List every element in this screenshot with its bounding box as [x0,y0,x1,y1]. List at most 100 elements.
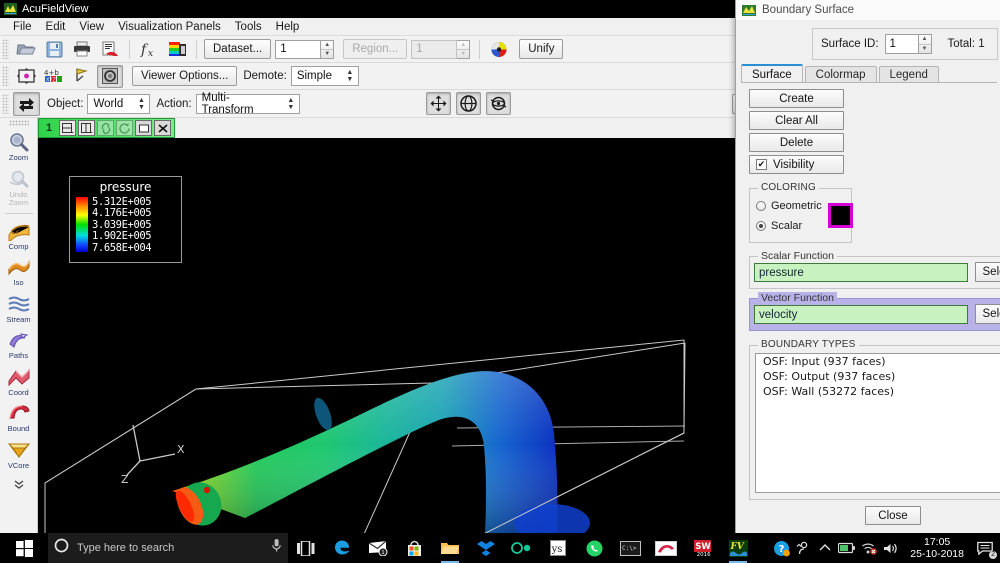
unify-button[interactable]: Unify [519,39,564,59]
demote-select[interactable]: Simple ▲ ▼ [290,66,359,86]
sidebar-item-bound[interactable]: Bound [0,399,38,436]
taskbar-clock[interactable]: 17:05 25-10-2018 [902,536,972,560]
toolbar-grip[interactable] [2,39,9,59]
viewer-options-button[interactable]: Viewer Options... [132,66,238,86]
split-horizontal-icon[interactable] [59,120,77,136]
dataset-spinner[interactable]: ▲ ▼ [321,39,335,59]
split-vertical-icon[interactable] [78,120,96,136]
toolbar-grip-2[interactable] [2,66,9,86]
coloring-color-swatch[interactable] [828,203,853,228]
menu-item-edit[interactable]: Edit [39,20,73,34]
svg-text:x: x [148,49,153,58]
colormap-icon[interactable] [164,38,190,61]
visibility-checkbox[interactable]: ✔ Visibility [749,155,844,174]
menu-item-tools[interactable]: Tools [228,20,269,34]
sidebar-separator [4,212,33,214]
tab-colormap[interactable]: Colormap [804,66,877,83]
sidebar-label-stream: Stream [6,314,31,324]
dropbox-icon[interactable] [468,533,504,563]
print-icon[interactable] [69,38,95,61]
pan-icon[interactable] [425,92,451,115]
sync-icon [116,120,134,136]
scalar-function-input[interactable]: pressure [754,263,968,282]
action-center-icon[interactable]: 2 [972,533,998,563]
clear-all-button[interactable]: Clear All [749,111,844,130]
acufieldview-icon[interactable]: FV [720,533,756,563]
dataset-button[interactable]: Dataset... [204,39,272,59]
roll-icon[interactable] [485,92,511,115]
close-icon[interactable] [154,120,172,136]
system-tray: ? 17:05 25-10-2018 2 [770,533,1000,563]
mail-icon[interactable]: 1 [360,533,396,563]
vector-function-select-button[interactable]: Select [975,304,1000,324]
surface-id-spinner[interactable]: ▲ ▼ [918,34,932,54]
sidebar-item-paths[interactable]: Paths [0,326,38,363]
restore-icon[interactable] [135,120,153,136]
action-select[interactable]: Multi-Transform ▲ ▼ [195,91,300,116]
scalar-function-select-button[interactable]: Select [975,262,1000,282]
toolbar-separator-3 [479,39,481,59]
action-value: Multi-Transform [201,91,254,116]
toolbar-grip-3[interactable] [2,93,9,114]
transform-icon[interactable] [13,65,39,88]
menu-item-visualization-panels[interactable]: Visualization Panels [111,20,228,34]
search-input[interactable]: Type here to search [48,533,288,563]
whatsapp-icon[interactable] [576,533,612,563]
animate-icon[interactable]: 4+b XYZ [41,65,67,88]
function-icon[interactable]: f x [136,38,162,61]
sidebar-item-vcore[interactable]: VCore [0,436,38,473]
surface-id-input[interactable]: 1 [884,34,919,54]
open-icon[interactable] [13,38,39,61]
close-button[interactable]: Close [865,506,921,525]
tab-surface[interactable]: Surface [741,64,803,83]
rhino-icon[interactable] [648,533,684,563]
loop-icon[interactable] [504,533,540,563]
show-hidden-icons-icon[interactable] [814,533,836,563]
yed-icon[interactable]: ys [540,533,576,563]
list-item[interactable]: OSF: Input (937 faces) [756,354,1000,369]
coloring-option-scalar[interactable]: Scalar [756,220,802,232]
network-icon[interactable] [858,533,880,563]
object-select[interactable]: World ▲ ▼ [87,93,151,114]
microphone-icon[interactable] [271,538,282,558]
probe-icon[interactable] [69,65,95,88]
edge-icon[interactable] [324,533,360,563]
vector-function-input[interactable]: velocity [754,305,968,324]
list-item[interactable]: OSF: Output (937 faces) [756,369,1000,384]
menu-item-help[interactable]: Help [269,20,307,34]
sidebar-item-comp[interactable]: Comp [0,217,38,254]
solidworks-icon[interactable]: SW 2016 [684,533,720,563]
tab-legend[interactable]: Legend [878,66,939,83]
boundary-types-list[interactable]: OSF: Input (937 faces) OSF: Output (937 … [755,353,1000,493]
task-view-icon[interactable] [288,533,324,563]
remote-desktop-icon[interactable] [792,533,814,563]
viewer-icon[interactable] [97,64,123,88]
object-transform-icon[interactable] [13,91,40,116]
microsoft-store-icon[interactable] [396,533,432,563]
color-palette-icon[interactable] [486,38,512,61]
rotate-icon[interactable] [455,92,481,115]
file-explorer-icon[interactable] [432,533,468,563]
battery-icon[interactable] [836,533,858,563]
coloring-option-geometric[interactable]: Geometric [756,200,822,212]
sidebar-item-zoom[interactable]: Zoom [0,128,38,165]
delete-button[interactable]: Delete [749,133,844,152]
list-item[interactable]: OSF: Wall (53272 faces) [756,384,1000,399]
volume-icon[interactable] [880,533,902,563]
menu-item-view[interactable]: View [72,20,111,34]
menu-item-file[interactable]: File [6,20,39,34]
windows-start-icon[interactable] [0,533,48,563]
sidebar-item-stream[interactable]: Stream [0,290,38,327]
terminal-icon[interactable]: C:\> [612,533,648,563]
dataset-number-input[interactable]: 1 [275,39,322,59]
help-icon[interactable]: ? [770,533,792,563]
create-button[interactable]: Create [749,89,844,108]
svg-text:XYZ: XYZ [46,78,56,84]
sidebar-item-coord[interactable]: Coord [0,363,38,400]
export-pdf-icon[interactable] [97,38,123,61]
save-icon[interactable] [41,38,67,61]
sidebar-more-button[interactable] [0,476,38,492]
3d-viewport[interactable]: pressure 5.312E+005 4.176E+005 3.039E+00… [38,138,735,533]
sidebar-item-iso[interactable]: Iso [0,253,38,290]
sidebar-grip[interactable] [8,120,29,126]
